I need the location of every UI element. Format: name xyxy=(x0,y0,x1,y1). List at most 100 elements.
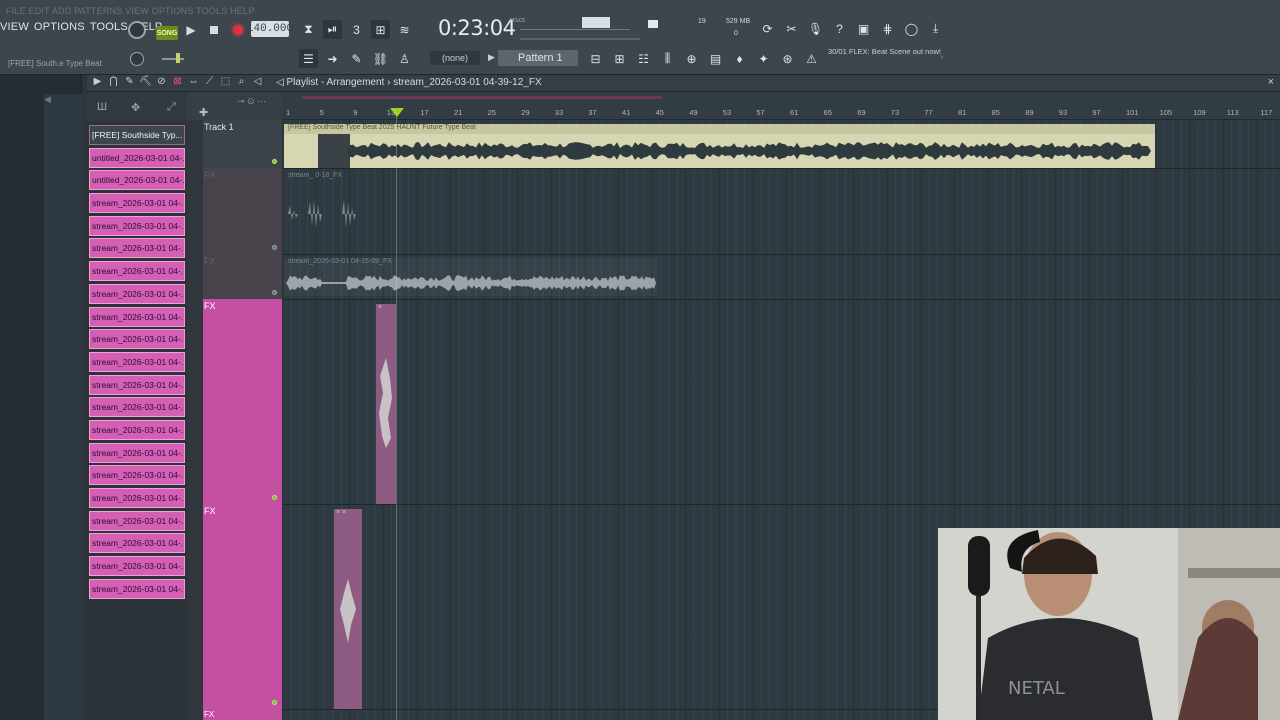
picker-item[interactable]: untitled_2026-03-01 04-... xyxy=(89,170,185,191)
master-pitch-slider[interactable] xyxy=(162,58,184,60)
save-icon[interactable]: ▣ xyxy=(854,19,873,38)
picker-item[interactable]: stream_2026-03-01 04-... xyxy=(89,465,185,486)
picker-item[interactable]: untitled_2026-03-01 04-... xyxy=(89,147,185,168)
picker-item[interactable]: stream_2026-03-01 04-... xyxy=(89,510,185,531)
track-fx-2-header[interactable]: FX xyxy=(203,504,282,709)
playlist-close-icon[interactable]: × xyxy=(1268,76,1274,88)
link-icon[interactable]: ⛓ xyxy=(371,49,390,68)
step-sequencer-icon[interactable]: ⊟ xyxy=(586,49,605,68)
help-icon[interactable]: ? xyxy=(830,19,849,38)
menu-tools[interactable]: TOOLS xyxy=(90,21,128,37)
clip-fx-1-close-icon[interactable]: × xyxy=(378,304,382,311)
arrangement-name[interactable]: stream_2026-03-01 04-39-12_FX xyxy=(393,77,541,88)
song-time-display[interactable]: 0:23:04 M:S:CS xyxy=(438,16,525,42)
picker-item[interactable]: stream_2026-03-01 04-... xyxy=(89,488,185,508)
mute-tool-icon[interactable]: ⊠ xyxy=(171,76,184,87)
playlist-icon[interactable]: ☰ xyxy=(299,49,318,68)
undo-history-icon[interactable]: ⟳ xyxy=(758,19,777,38)
clip-stream-1[interactable]: stream_ 0-18_FX xyxy=(284,172,362,244)
paint-tool-icon[interactable]: ⛏ xyxy=(139,76,152,87)
playlist-menu-arrow-icon[interactable]: ▶ xyxy=(91,76,104,87)
menu-view[interactable]: VIEW xyxy=(0,21,29,37)
slice-tool-icon[interactable]: ⟋ xyxy=(203,76,216,87)
track-fx-1-mute-led[interactable] xyxy=(272,495,277,500)
draw-tool-icon[interactable]: ✎ xyxy=(123,76,136,87)
clip-fx-2-close-icon[interactable]: × × xyxy=(336,509,346,516)
menu-options[interactable]: OPTIONS xyxy=(34,21,85,37)
wait-input-icon[interactable]: ⏯ xyxy=(323,20,342,39)
blend-notes-icon[interactable]: ≋ xyxy=(395,20,414,39)
play-button[interactable]: ▶ xyxy=(182,21,200,39)
picker-item[interactable]: stream_2026-03-01 04-... xyxy=(89,419,185,440)
picker-item[interactable]: stream_2026-03-01 04-... xyxy=(89,533,185,554)
picker-item[interactable]: stream_2026-03-01 04-... xyxy=(89,351,185,372)
delete-tool-icon[interactable]: ⊘ xyxy=(155,76,168,87)
picker-item[interactable]: stream_2026-03-01 04-... xyxy=(89,329,185,350)
chat-icon[interactable]: ◯ xyxy=(902,19,921,38)
record-button[interactable] xyxy=(229,21,247,39)
clip-fx-2[interactable]: × × xyxy=(334,509,362,709)
picker-item[interactable]: stream_2026-03-01 04-... xyxy=(89,215,185,236)
mixer-icon[interactable]: ⋕ xyxy=(878,19,897,38)
stamp-icon[interactable]: ♙ xyxy=(395,49,414,68)
news-ticker[interactable]: 30/01 FLEX: Beat Scene out now! xyxy=(828,47,948,57)
playlist-title-arrow-icon[interactable]: ◁ xyxy=(276,77,284,88)
playhead-marker[interactable] xyxy=(390,108,404,117)
slip-tool-icon[interactable]: ⇔ xyxy=(187,76,200,87)
track-2-header[interactable]: FX xyxy=(203,168,282,254)
picker-item[interactable]: stream_2026-03-01 04-... xyxy=(89,374,185,395)
track-1-mute-led[interactable] xyxy=(272,159,277,164)
loop-region[interactable] xyxy=(302,96,662,99)
microphone-icon[interactable]: 🎙 xyxy=(806,19,825,38)
picker-item[interactable]: stream_2026-03-01 04-... xyxy=(89,283,185,304)
track-fx-1-header[interactable]: FX xyxy=(203,299,282,504)
channel-rack-icon[interactable]: ☷ xyxy=(634,49,653,68)
master-pitch-handle[interactable] xyxy=(176,53,180,63)
pattern-none-select[interactable]: (none) xyxy=(430,51,480,65)
picker-item[interactable]: stream_2026-03-01 04-... xyxy=(89,578,185,599)
song-mode-button[interactable]: SONG xyxy=(156,26,178,40)
picker-item[interactable]: stream_2026-03-01 04-... xyxy=(89,238,185,259)
tempo-display[interactable]: 140.000 xyxy=(247,21,293,37)
timeline-ruler[interactable]: 1 5 9 13 17 21 25 29 33 37 41 45 49 53 57 61 65 69 73 77 81 8… xyxy=(282,92,1280,120)
picker-item-beat[interactable]: [FREE] Southside Typ... xyxy=(89,125,185,145)
picker-item[interactable]: stream_2026-03-01 04-... xyxy=(89,306,185,327)
clip-beat[interactable]: [FREE] Southside Type Beat 2025 HAUNT Fu… xyxy=(284,124,1155,168)
clip-stream-2[interactable]: stream_2026-03-01 04-15-09_FX xyxy=(284,258,658,296)
browser-icon[interactable]: ▤ xyxy=(706,49,725,68)
picker-item[interactable]: stream_2026-03-01 04-... xyxy=(89,261,185,282)
picker-item[interactable]: stream_2026-03-01 04-... xyxy=(89,193,185,214)
pattern-selector[interactable]: Pattern 1 xyxy=(498,50,578,66)
picker-item[interactable]: stream_2026-03-01 04-... xyxy=(89,442,185,463)
picker-move-icon[interactable]: ✥ xyxy=(131,101,140,114)
mixer-faders-icon[interactable]: ⫼ xyxy=(658,49,677,68)
track-1-header[interactable]: Track 1 xyxy=(203,120,282,168)
news-more-icon[interactable]: › xyxy=(941,54,943,61)
cut-tool-icon[interactable]: ✂ xyxy=(782,19,801,38)
countdown-icon[interactable]: 3 xyxy=(347,20,366,39)
tools-icon[interactable]: ✦ xyxy=(754,49,773,68)
metronome-icon[interactable]: ⧗ xyxy=(299,20,318,39)
picker-resize-icon[interactable]: ⤢ xyxy=(167,101,176,114)
main-pitch-knob[interactable] xyxy=(127,49,147,69)
picker-item[interactable]: stream_2026-03-01 04-... xyxy=(89,397,185,418)
picker-pattern-icon[interactable]: Ш xyxy=(97,101,107,113)
touch-keyboard-icon[interactable]: ⊛ xyxy=(778,49,797,68)
piano-roll-icon[interactable]: ⊞ xyxy=(610,49,629,68)
arrow-right-icon[interactable]: ➜ xyxy=(323,49,342,68)
track-fx-2-mute-led[interactable] xyxy=(272,700,277,705)
track-2-mute-led[interactable] xyxy=(272,245,277,250)
stop-button[interactable] xyxy=(205,21,223,39)
track-fx-3-header[interactable]: FX xyxy=(203,709,282,720)
pattern-arrow-icon[interactable]: ▶ xyxy=(488,52,495,63)
zoom-tool-icon[interactable]: ⌕ xyxy=(235,76,248,87)
track-3-mute-led[interactable] xyxy=(272,290,277,295)
select-tool-icon[interactable]: ⬚ xyxy=(219,76,232,87)
clip-fx-1[interactable]: × xyxy=(376,304,396,504)
track-add-icon[interactable]: ✚ xyxy=(199,106,208,119)
master-volume-knob[interactable] xyxy=(127,20,147,40)
step-edit-icon[interactable]: ⊞ xyxy=(371,20,390,39)
download-icon[interactable]: ⤓ xyxy=(926,19,945,38)
render-icon[interactable]: ⚠ xyxy=(802,49,821,68)
plugin-database-icon[interactable]: ⊕ xyxy=(682,49,701,68)
